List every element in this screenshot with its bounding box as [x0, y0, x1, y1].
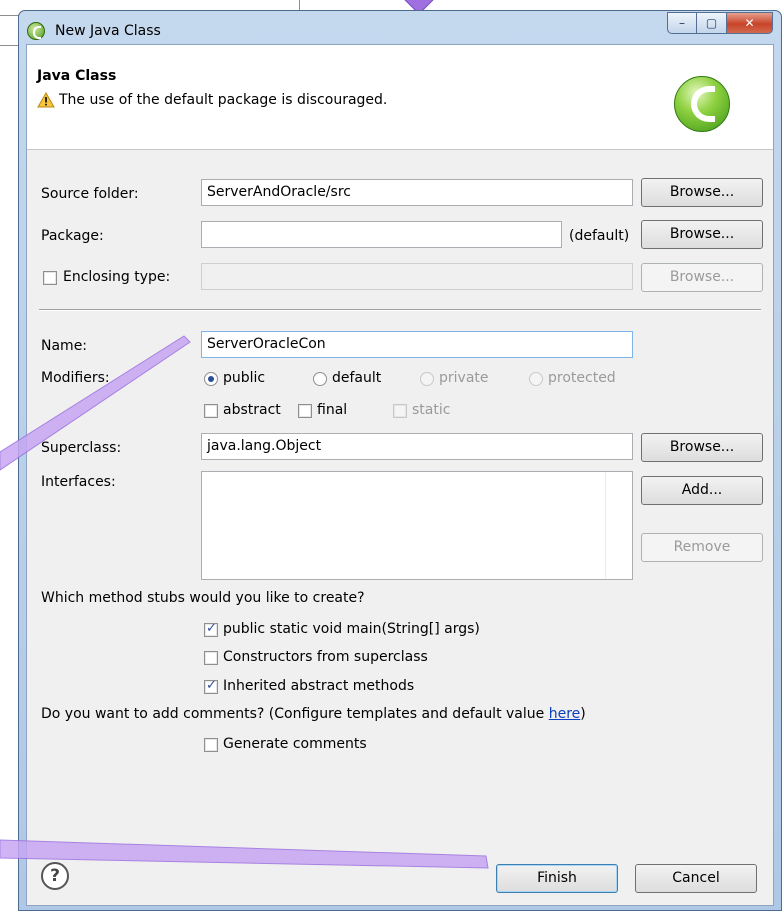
source-folder-input[interactable]: ServerAndOracle/src	[201, 179, 633, 206]
finish-button[interactable]: Finish	[496, 864, 618, 893]
interfaces-list[interactable]	[201, 471, 633, 580]
modifier-protected-radio[interactable]	[529, 372, 543, 386]
modifier-public-label: public	[223, 370, 266, 386]
close-icon: ✕	[744, 16, 755, 30]
new-class-icon	[27, 22, 45, 40]
class-name-input[interactable]: ServerOracleCon	[201, 331, 633, 358]
modifier-static-label: static	[412, 402, 451, 418]
interfaces-label: Interfaces:	[41, 474, 116, 490]
warning-message: The use of the default package is discou…	[37, 92, 387, 108]
warning-text: The use of the default package is discou…	[59, 92, 388, 108]
page-title: Java Class	[37, 68, 117, 84]
modifier-public-radio[interactable]	[204, 372, 218, 386]
modifier-default-label: default	[332, 370, 382, 386]
stub-main-label: public static void main(String[] args)	[223, 621, 480, 637]
section-divider	[39, 309, 761, 311]
source-folder-label: Source folder:	[41, 186, 139, 202]
minimize-button[interactable]: –	[667, 12, 697, 34]
title-bar[interactable]: New Java Class – ▢ ✕	[19, 11, 781, 45]
stub-constructors-checkbox[interactable]	[204, 651, 218, 665]
comments-question-text: Do you want to add comments? (Configure …	[41, 706, 549, 722]
modifier-static-checkbox[interactable]	[393, 404, 407, 418]
modifier-abstract-label: abstract	[223, 402, 281, 418]
method-stubs-question: Which method stubs would you like to cre…	[41, 590, 365, 606]
enclosing-type-browse-button[interactable]: Browse...	[641, 263, 763, 292]
source-folder-browse-button[interactable]: Browse...	[641, 178, 763, 207]
name-label: Name:	[41, 338, 88, 354]
comments-question-close: )	[580, 706, 586, 722]
modifier-private-label: private	[439, 370, 489, 386]
enclosing-type-input[interactable]	[201, 263, 633, 290]
modifiers-label: Modifiers:	[41, 370, 110, 386]
package-default-label: (default)	[569, 228, 630, 244]
new-java-class-dialog: New Java Class – ▢ ✕ Java Class The use	[18, 10, 782, 911]
modifier-default-radio[interactable]	[313, 372, 327, 386]
background-left-strip	[0, 16, 18, 911]
window-title: New Java Class	[55, 23, 161, 39]
stub-main-checkbox[interactable]	[204, 621, 218, 637]
modifier-protected-label: protected	[548, 370, 616, 386]
close-button[interactable]: ✕	[727, 12, 773, 34]
comments-question: Do you want to add comments? (Configure …	[41, 706, 586, 722]
minimize-icon: –	[679, 16, 685, 30]
dialog-header: Java Class The use of the default packag…	[27, 45, 773, 150]
configure-templates-link[interactable]: here	[549, 706, 581, 722]
superclass-browse-button[interactable]: Browse...	[641, 433, 763, 462]
cancel-button[interactable]: Cancel	[635, 864, 757, 893]
superclass-input[interactable]: java.lang.Object	[201, 433, 633, 460]
modifier-abstract-checkbox[interactable]	[204, 404, 218, 418]
generate-comments-checkbox[interactable]	[204, 738, 218, 752]
stub-inherited-label: Inherited abstract methods	[223, 678, 415, 694]
help-icon[interactable]: ?	[41, 862, 69, 890]
enclosing-type-label: Enclosing type:	[63, 269, 171, 285]
dialog-body: Java Class The use of the default packag…	[26, 44, 774, 906]
stub-constructors-label: Constructors from superclass	[223, 649, 428, 665]
modifier-final-label: final	[317, 402, 348, 418]
add-interface-button[interactable]: Add...	[641, 476, 763, 505]
java-class-logo-icon	[674, 76, 730, 132]
interfaces-scrollbar[interactable]	[605, 472, 632, 579]
background-left-tab	[0, 16, 20, 46]
modifier-private-radio[interactable]	[420, 372, 434, 386]
remove-interface-button[interactable]: Remove	[641, 533, 763, 562]
package-input[interactable]	[201, 221, 562, 248]
maximize-icon: ▢	[705, 16, 718, 30]
maximize-button[interactable]: ▢	[697, 12, 727, 34]
package-label: Package:	[41, 228, 104, 244]
generate-comments-label: Generate comments	[223, 736, 367, 752]
window-controls: – ▢ ✕	[667, 12, 773, 34]
warning-icon	[37, 92, 55, 108]
enclosing-type-checkbox[interactable]	[43, 271, 57, 285]
package-browse-button[interactable]: Browse...	[641, 220, 763, 249]
stub-inherited-checkbox[interactable]	[204, 678, 218, 694]
superclass-label: Superclass:	[41, 440, 122, 456]
modifier-final-checkbox[interactable]	[298, 404, 312, 418]
